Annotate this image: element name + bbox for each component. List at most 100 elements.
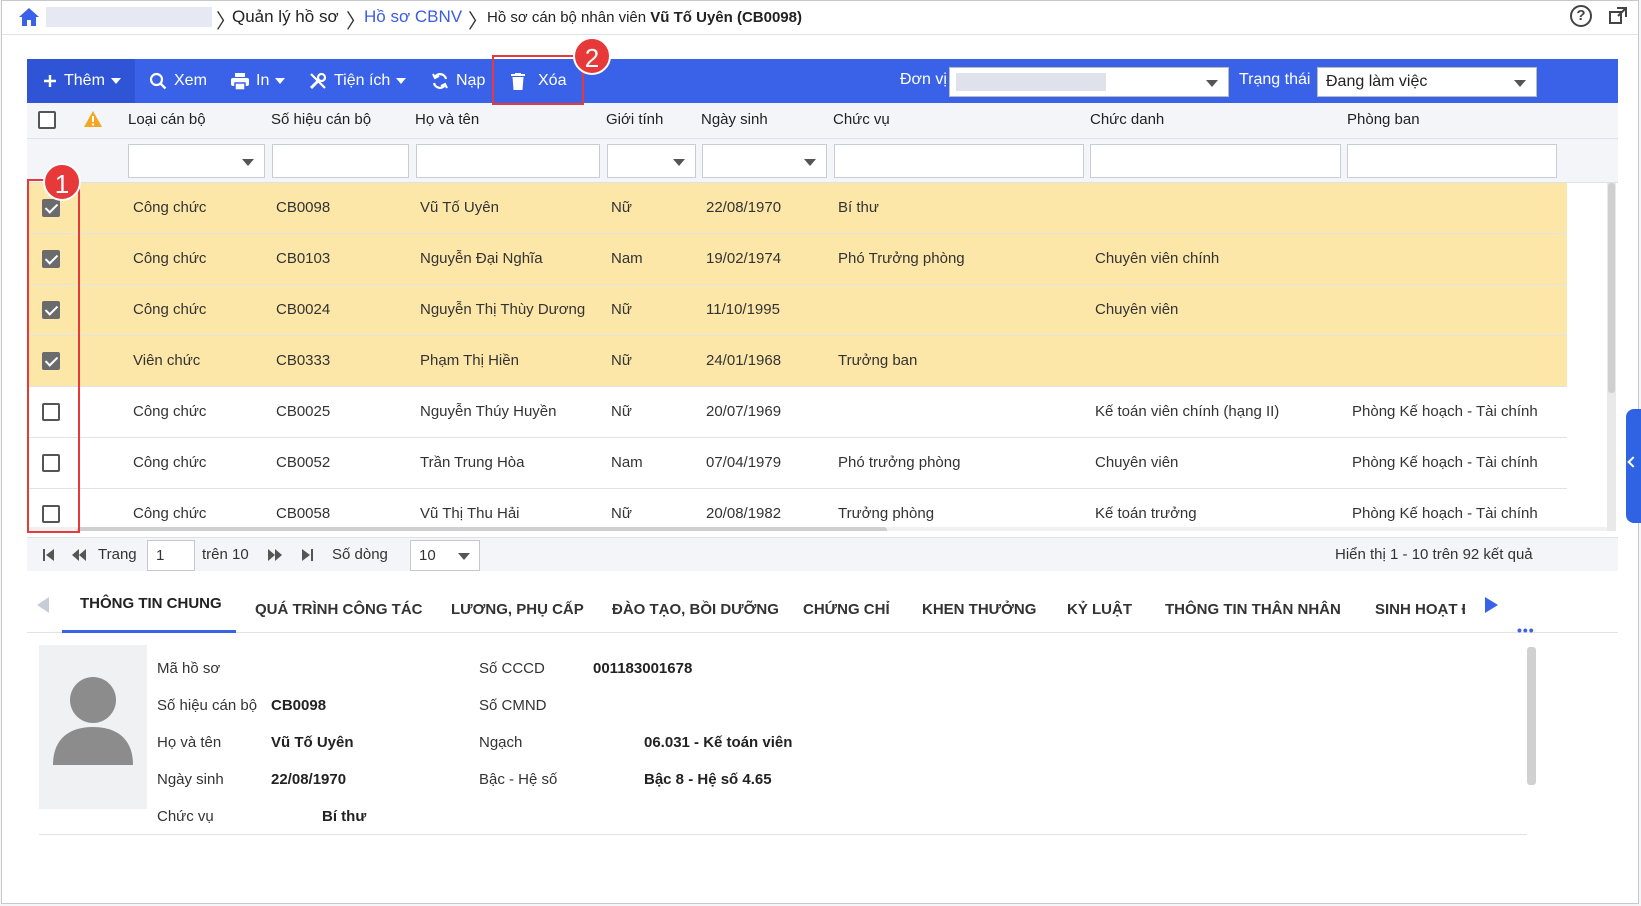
crumb-separator: 〉 (346, 11, 366, 33)
filter-name-input[interactable] (416, 144, 600, 178)
tab-general-info[interactable]: THÔNG TIN CHUNG (80, 595, 222, 612)
home-icon[interactable] (18, 7, 40, 27)
cell-name: Phạm Thị Hiền (420, 352, 519, 369)
table-row[interactable]: Công chức CB0024 Nguyễn Thị Thùy Dương Nữ 11… (27, 285, 1567, 336)
tab-discipline[interactable]: KỶ LUẬT (1067, 601, 1132, 618)
filter-title-input[interactable] (1090, 144, 1341, 178)
crumb-link[interactable]: Hồ sơ CBNV (364, 7, 462, 27)
table-vertical-scrollbar[interactable] (1607, 183, 1616, 531)
crumb-current: Hồ sơ cán bộ nhân viên Vũ Tố Uyên (CB009… (487, 9, 802, 26)
table-row[interactable]: Công chức CB0052 Trần Trung Hòa Nam 07/04/19… (27, 438, 1567, 489)
filter-position-input[interactable] (834, 144, 1084, 178)
filter-type-select[interactable] (128, 144, 265, 178)
detail-scrollbar[interactable] (1527, 647, 1536, 785)
col-header-type[interactable]: Loại cán bộ (128, 111, 206, 128)
table-header: Loại cán bộ Số hiệu cán bộ Họ và tên Giớ… (27, 103, 1618, 139)
col-header-dob[interactable]: Ngày sinh (701, 111, 768, 128)
cell-name: Trần Trung Hòa (420, 454, 525, 471)
table-row[interactable]: Công chức CB0058 Vũ Thị Thu Hải Nữ 20/08/198… (27, 489, 1567, 531)
scrollbar-thumb[interactable] (1608, 183, 1615, 393)
so-hieu-value: CB0098 (271, 697, 327, 714)
tab-activities[interactable]: SINH HOẠT Đ (1375, 601, 1465, 618)
help-icon[interactable]: ? (1570, 5, 1592, 27)
page-number-input[interactable]: 1 (147, 540, 195, 571)
tools-icon (309, 72, 327, 90)
cell-dob: 24/01/1968 (706, 352, 782, 369)
search-icon (149, 72, 167, 90)
col-header-name[interactable]: Họ và tên (415, 111, 479, 128)
status-select[interactable]: Đang làm việc (1317, 67, 1537, 97)
chevron-left-icon (1627, 456, 1639, 468)
cell-title: Chuyên viên chính (1095, 250, 1220, 267)
tab-work-history[interactable]: QUÁ TRÌNH CÔNG TÁC (255, 601, 423, 618)
rows-per-page-select[interactable]: 10 (410, 540, 480, 571)
table-row[interactable]: Công chức CB0103 Nguyễn Đại Nghĩa Nam 19/02/… (27, 234, 1567, 285)
utilities-button[interactable]: Tiện ích (309, 59, 407, 103)
view-button[interactable]: Xem (149, 59, 207, 103)
refresh-icon (432, 73, 448, 89)
cell-gender: Nữ (611, 199, 632, 216)
side-panel-toggle[interactable] (1626, 409, 1641, 523)
crumb-current-prefix: Hồ sơ cán bộ nhân viên (487, 9, 647, 26)
previous-page-icon[interactable] (71, 547, 87, 563)
tabs-scroll-left-icon[interactable] (37, 597, 49, 613)
table-horizontal-scrollbar[interactable] (27, 527, 1607, 531)
cell-code: CB0058 (276, 505, 331, 522)
ngay-sinh-label: Ngày sinh (157, 771, 224, 788)
general-info-panel: Mã hồ sơ Số hiệu cán bộ CB0098 Họ và tên… (39, 645, 1527, 835)
cell-dob: 20/07/1969 (706, 403, 782, 420)
scrollbar-thumb[interactable] (77, 527, 887, 531)
tab-salary[interactable]: LƯƠNG, PHỤ CẤP (451, 601, 584, 618)
cell-gender: Nam (611, 454, 643, 471)
col-header-gender[interactable]: Giới tính (606, 111, 663, 128)
tab-certificates[interactable]: CHỨNG CHỈ (803, 601, 890, 618)
first-page-icon[interactable] (41, 547, 57, 563)
blurred-unit-value (956, 73, 1106, 91)
cell-dept: Phòng Kế hoạch - Tài chính (1352, 454, 1538, 471)
tab-training[interactable]: ĐÀO TẠO, BỒI DƯỠNG (612, 601, 779, 618)
cell-type: Viên chức (133, 352, 201, 369)
filter-code-input[interactable] (272, 144, 409, 178)
filter-gender-select[interactable] (607, 144, 696, 178)
next-page-icon[interactable] (267, 547, 283, 563)
tab-relatives[interactable]: THÔNG TIN THÂN NHÂN (1165, 601, 1341, 618)
table-row[interactable]: Viên chức CB0333 Phạm Thị Hiền Nữ 24/01/1968… (27, 336, 1567, 387)
table-row[interactable]: Công chức CB0025 Nguyễn Thúy Huyền Nữ 20/07/… (27, 387, 1567, 438)
print-button[interactable]: In (231, 59, 286, 103)
filter-dob-select[interactable] (702, 144, 827, 178)
external-link-icon[interactable] (1608, 6, 1628, 26)
last-page-icon[interactable] (299, 547, 315, 563)
detail-tabs: THÔNG TIN CHUNG QUÁ TRÌNH CÔNG TÁC LƯƠNG… (27, 575, 1618, 638)
page-number: 1 (156, 547, 165, 564)
reload-label: Nạp (456, 72, 486, 89)
table-row[interactable]: Công chức CB0098 Vũ Tố Uyên Nữ 22/08/1970 Bí … (27, 183, 1567, 234)
cell-title: Chuyên viên (1095, 301, 1179, 318)
more-icon[interactable]: ••• (1517, 622, 1535, 638)
cell-gender: Nữ (611, 352, 632, 369)
reload-button[interactable]: Nạp (431, 59, 485, 103)
page-total: trên 10 (202, 546, 249, 563)
cell-position: Bí thư (838, 199, 879, 216)
col-header-dept[interactable]: Phòng ban (1347, 111, 1420, 128)
cell-type: Công chức (133, 505, 207, 522)
col-header-code[interactable]: Số hiệu cán bộ (271, 111, 371, 128)
warning-icon (84, 111, 102, 127)
crumb-section[interactable]: Quản lý hồ sơ (232, 7, 339, 27)
ngach-value: 06.031 - Kế toán viên (644, 734, 793, 751)
chevron-down-icon (458, 553, 470, 560)
tab-rewards[interactable]: KHEN THƯỞNG (922, 601, 1036, 618)
unit-select[interactable] (949, 67, 1229, 97)
filter-dept-input[interactable] (1347, 144, 1557, 178)
chuc-vu-value: Bí thư (322, 808, 367, 825)
bac-label: Bậc - Hệ số (479, 771, 558, 788)
add-button[interactable]: Thêm (27, 59, 135, 103)
crumb-separator: 〉 (468, 11, 488, 33)
col-header-title[interactable]: Chức danh (1090, 111, 1164, 128)
annotation-box-2 (492, 55, 584, 105)
col-header-position[interactable]: Chức vụ (833, 111, 890, 128)
select-all-checkbox[interactable] (38, 111, 56, 129)
crumb-current-name: Vũ Tố Uyên (CB0098) (650, 9, 802, 26)
tabs-scroll-right-icon[interactable] (1485, 597, 1498, 613)
cell-position: Phó Trưởng phòng (838, 250, 965, 267)
utilities-label: Tiện ích (334, 72, 391, 89)
